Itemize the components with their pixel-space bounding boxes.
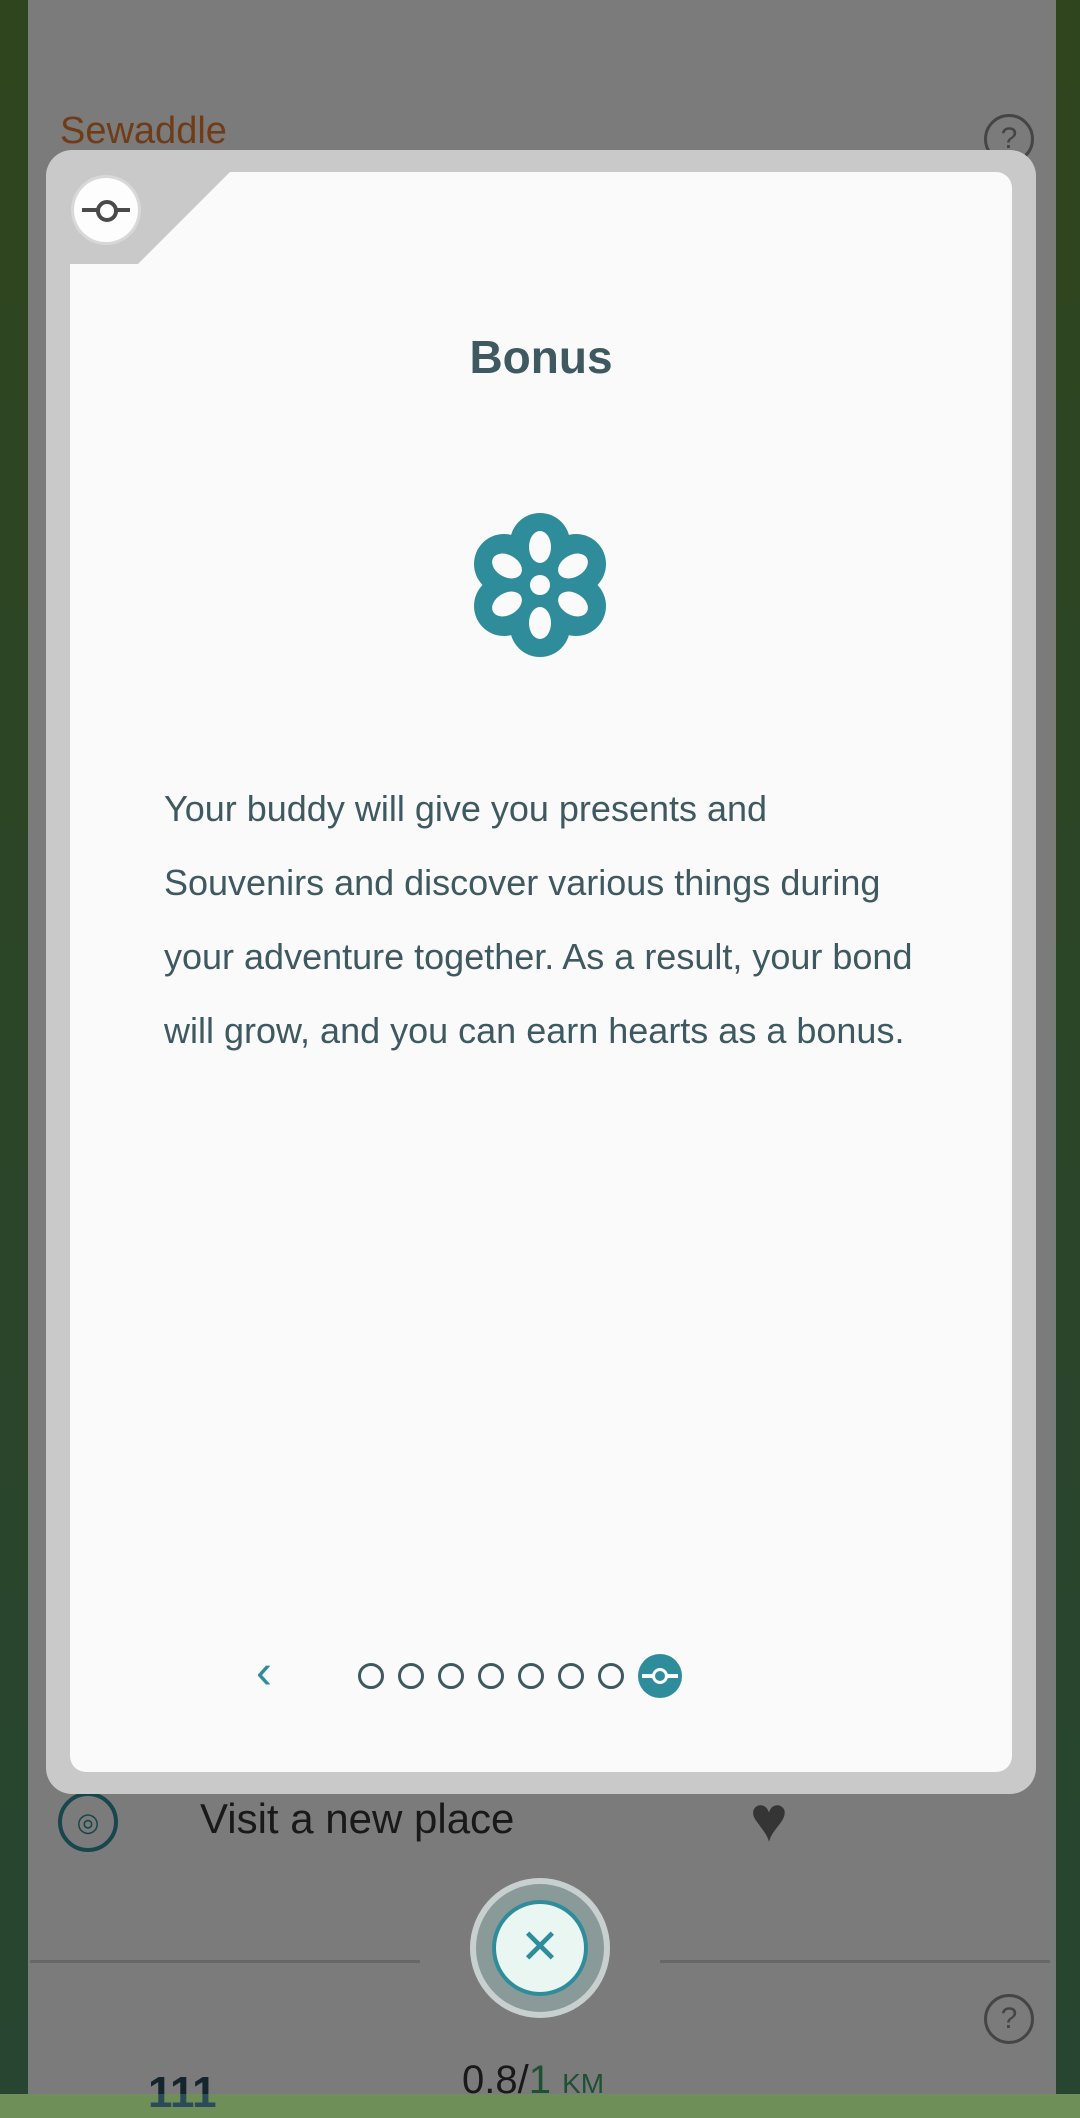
page-dot[interactable]	[398, 1663, 424, 1689]
page-dot[interactable]	[478, 1663, 504, 1689]
close-button[interactable]: ✕	[492, 1900, 588, 1996]
page-dot-active[interactable]	[638, 1654, 682, 1698]
modal-title: Bonus	[469, 331, 613, 383]
flower-icon	[474, 513, 606, 657]
page-dot[interactable]	[558, 1663, 584, 1689]
page-dot[interactable]	[518, 1663, 544, 1689]
page-indicator	[358, 1654, 682, 1698]
pokeball-icon	[74, 178, 138, 242]
previous-page-button[interactable]: ‹	[244, 1648, 284, 1698]
modal-body-text: Your buddy will give you presents and So…	[164, 788, 913, 1051]
page-dot[interactable]	[598, 1663, 624, 1689]
page-dot[interactable]	[358, 1663, 384, 1689]
page-dot[interactable]	[438, 1663, 464, 1689]
